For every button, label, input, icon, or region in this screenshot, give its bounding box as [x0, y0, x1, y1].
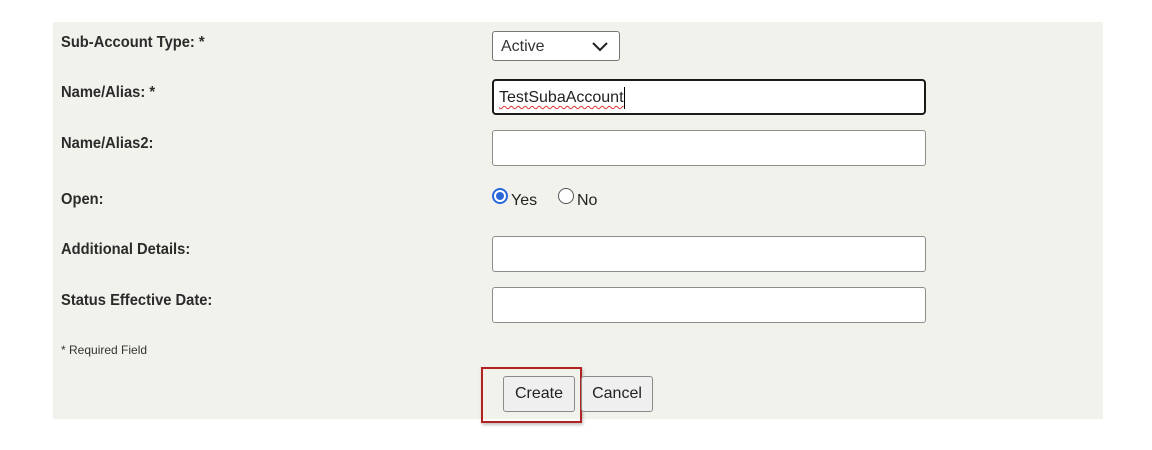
name-alias-label: Name/Alias: *	[61, 84, 156, 101]
open-no-radio[interactable]	[558, 188, 574, 204]
additional-details-label: Additional Details:	[61, 241, 191, 258]
open-label: Open:	[61, 191, 104, 208]
sub-account-type-selected-value: Active	[501, 38, 545, 55]
open-yes-label[interactable]: Yes	[511, 192, 537, 210]
required-field-note: * Required Field	[61, 343, 148, 357]
text-caret	[624, 87, 625, 109]
status-effective-date-input[interactable]	[492, 287, 926, 323]
open-no-label[interactable]: No	[577, 192, 597, 210]
chevron-down-icon	[592, 42, 608, 52]
status-effective-date-label: Status Effective Date:	[61, 292, 213, 309]
open-yes-radio[interactable]	[492, 188, 508, 204]
create-button[interactable]: Create	[503, 376, 575, 412]
sub-account-type-label: Sub-Account Type: *	[61, 34, 205, 51]
additional-details-input[interactable]	[492, 236, 926, 272]
name-alias-value: TestSubaAccount	[499, 89, 624, 106]
name-alias2-label: Name/Alias2:	[61, 135, 154, 152]
name-alias-input[interactable]: TestSubaAccount	[492, 79, 926, 115]
cancel-button[interactable]: Cancel	[581, 376, 653, 412]
sub-account-type-select[interactable]: Active	[492, 31, 620, 61]
name-alias2-input[interactable]	[492, 130, 926, 166]
